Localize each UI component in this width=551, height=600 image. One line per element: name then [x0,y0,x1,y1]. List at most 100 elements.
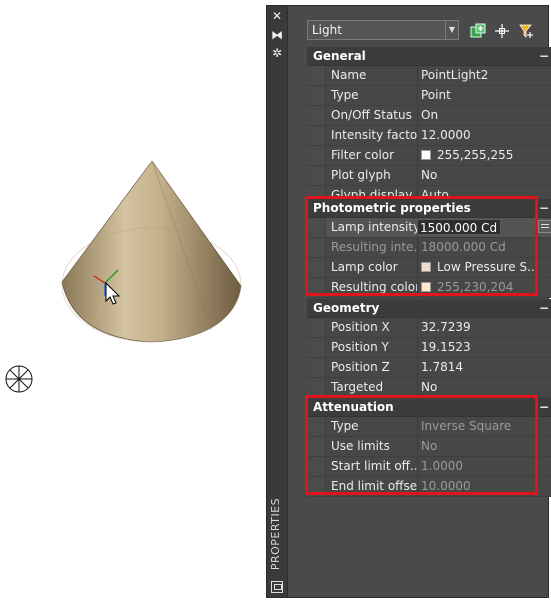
property-row-resulting-intensity[interactable]: Resulting inte... 18000.000 Cd [307,238,551,258]
point-light-glyph-icon[interactable] [5,365,33,393]
property-value: 255,230,204 [419,278,551,297]
property-value: Inverse Square [421,419,512,433]
row-gutter [307,166,326,185]
palette-content: Light ▼ General − Name PointLight2 Type … [288,6,551,597]
section-general: General − Name PointLight2 Type Point On/O… [307,47,551,206]
color-swatch [421,149,431,160]
color-swatch [421,281,431,292]
edit-button[interactable] [538,220,551,233]
property-value: No [421,439,438,453]
section-geometry: Geometry − Position X 32.7239 Position Y1… [307,299,551,398]
property-label: Lamp intensity [331,218,418,237]
section-title: General [313,49,366,63]
property-value: 18000.000 Cd [421,240,506,254]
object-type-value: Light [312,23,342,37]
toggle-pickadd-icon[interactable] [469,22,487,40]
property-row-lamp-intensity[interactable]: Lamp intensity 1500.000 Cd [307,218,551,238]
property-row-name[interactable]: Name PointLight2 [307,66,551,86]
property-row-attenuation-type[interactable]: Type Inverse Square [307,417,551,437]
row-gutter [307,258,326,277]
section-title: Attenuation [313,400,394,414]
property-row-start-limit-offset[interactable]: Start limit off... 1.0000 [307,457,551,477]
viewport-canvas [5,160,242,393]
properties-palette: ✕ ⧓ ✲ PROPERTIES Light ▼ General − Name … [266,5,551,598]
section-header-geometry[interactable]: Geometry − [307,299,551,318]
section-header-general[interactable]: General − [307,47,551,66]
row-gutter [307,106,326,125]
property-value[interactable]: PointLight2 [419,66,551,85]
gear-icon[interactable]: ✲ [270,46,284,60]
collapse-icon[interactable]: − [539,299,549,317]
property-row-position-y[interactable]: Position Y 19.1523 [307,338,551,358]
property-label: Position Y [331,338,418,357]
row-gutter [307,338,326,357]
property-value[interactable]: 1.7814 [419,358,551,377]
property-label: Filter color [331,146,418,165]
property-value[interactable]: On [419,106,551,125]
property-label: Type [331,417,418,436]
property-label: Start limit off... [331,457,418,476]
property-value[interactable]: 32.7239 [419,318,551,337]
collapse-icon[interactable]: − [539,199,549,217]
property-value[interactable]: No [419,378,551,397]
property-value[interactable]: 12.0000 [419,126,551,145]
row-gutter [307,86,326,105]
property-label: End limit offset [331,477,418,496]
property-value[interactable]: Point [419,86,551,105]
property-row-filter-color[interactable]: Filter color 255,255,255 [307,146,551,166]
row-gutter [307,318,326,337]
drawing-viewport[interactable] [0,0,266,600]
property-row-plot-glyph[interactable]: Plot glyph No [307,166,551,186]
section-header-photometric[interactable]: Photometric properties − [307,199,551,218]
palette-options-icon[interactable] [271,581,283,593]
palette-toolbar: Light ▼ [288,6,548,42]
quick-select-icon[interactable] [517,22,535,40]
lamp-intensity-input[interactable]: 1500.000 Cd [417,219,501,235]
property-value[interactable]: No [419,166,551,185]
row-gutter [307,278,326,297]
property-label: Position Z [331,358,418,377]
property-label: Position X [331,318,418,337]
palette-title: PROPERTIES [269,497,282,571]
property-row-position-x[interactable]: Position X 32.7239 [307,318,551,338]
section-header-attenuation[interactable]: Attenuation − [307,398,551,417]
collapse-icon[interactable]: − [539,398,549,416]
row-gutter [307,457,326,476]
property-row-end-limit-offset[interactable]: End limit offset 10.0000 [307,477,551,497]
row-gutter [307,437,326,456]
palette-titlebar[interactable]: ✕ ⧓ ✲ PROPERTIES [267,6,288,597]
row-gutter [307,417,326,436]
property-value[interactable]: Low Pressure S... [419,258,551,277]
row-gutter [307,146,326,165]
close-icon[interactable]: ✕ [270,9,284,23]
section-title: Photometric properties [313,201,471,215]
property-row-type[interactable]: Type Point [307,86,551,106]
property-row-position-z[interactable]: Position Z 1.7814 [307,358,551,378]
row-gutter [307,218,326,237]
property-row-resulting-color[interactable]: Resulting color 255,230,204 [307,278,551,298]
property-label: Name [331,66,418,85]
property-row-lamp-color[interactable]: Lamp color Low Pressure S... [307,258,551,278]
row-gutter [307,66,326,85]
property-label: Type [331,86,418,105]
collapse-icon[interactable]: − [539,47,549,65]
chevron-down-icon[interactable]: ▼ [445,21,458,39]
auto-hide-icon[interactable]: ⧓ [270,28,284,42]
property-label: Use limits [331,437,418,456]
property-label: Resulting inte... [331,238,418,257]
object-type-select[interactable]: Light ▼ [307,20,459,40]
property-row-targeted[interactable]: Targeted No [307,378,551,398]
property-value[interactable]: 19.1523 [419,338,551,357]
property-row-use-limits[interactable]: Use limits No [307,437,551,457]
cone-model[interactable] [61,160,242,343]
row-gutter [307,378,326,397]
color-value: Low Pressure S... [437,260,539,274]
property-label: Intensity factor [331,126,418,145]
property-row-on-off-status[interactable]: On/Off Status On [307,106,551,126]
property-value[interactable]: 255,255,255 [419,146,551,165]
select-objects-icon[interactable] [493,22,511,40]
property-row-intensity-factor[interactable]: Intensity factor 12.0000 [307,126,551,146]
row-gutter [307,238,326,257]
property-label: Lamp color [331,258,418,277]
section-title: Geometry [313,301,380,315]
